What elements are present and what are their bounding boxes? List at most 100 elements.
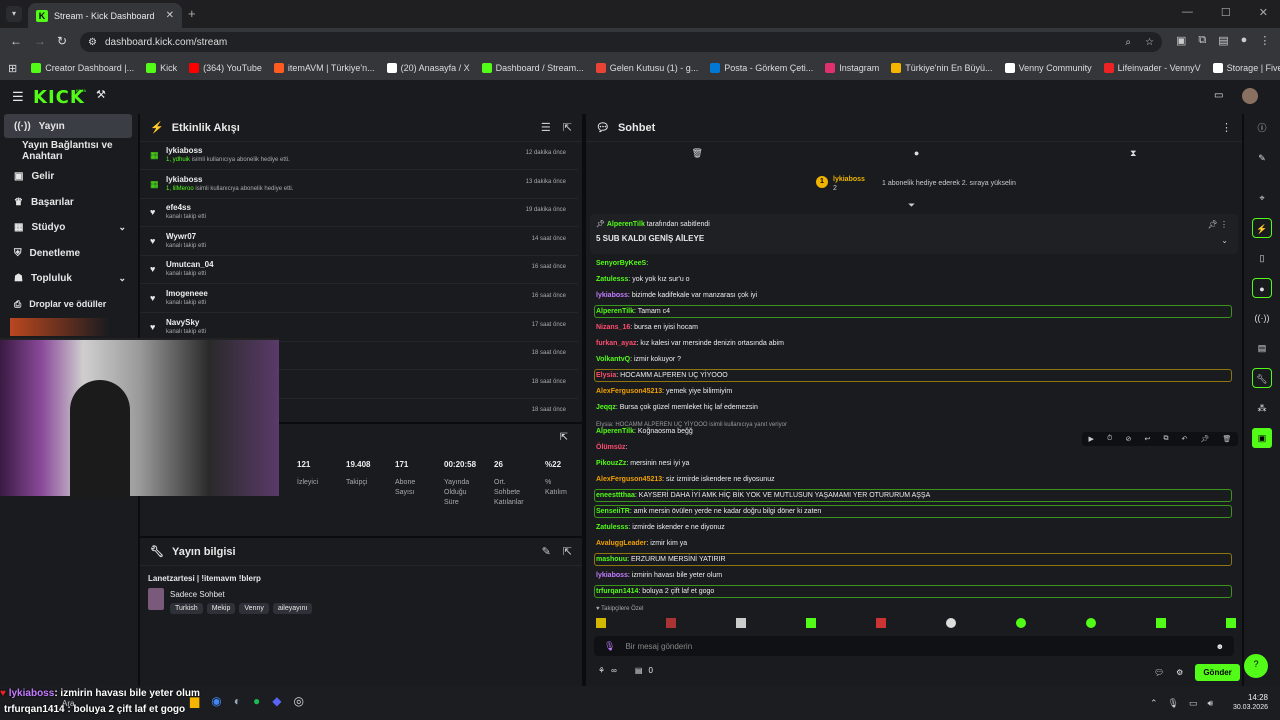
bookmark-item[interactable]: Kick	[146, 63, 177, 73]
copy-icon[interactable]: ⧉	[1163, 435, 1168, 443]
chat-username[interactable]: AlexFerguson45213	[596, 476, 662, 483]
chat-message[interactable]: AlperenTilk: Tamam c4	[596, 308, 670, 315]
hamburger-menu-icon[interactable]: ☰	[12, 89, 24, 105]
timeout-icon[interactable]: ⏱	[1107, 435, 1112, 443]
popout-icon[interactable]: ⇱	[563, 545, 572, 558]
hourglass-icon[interactable]: ⧗	[1130, 148, 1136, 159]
info-icon[interactable]: ⓘ	[1252, 118, 1272, 138]
chat-mode-icon[interactable]: ●	[914, 148, 919, 159]
sidebar-icon[interactable]: ▤	[1218, 34, 1228, 47]
chat-bubble-icon[interactable]: ●	[1252, 278, 1272, 298]
obs-icon[interactable]: ◎	[293, 694, 303, 708]
omnibox[interactable]: ⚙ dashboard.kick.com/stream ⌕ ☆	[80, 32, 1162, 52]
chat-message[interactable]: Jeqqz: Bursa çok güzel memleket hiç laf …	[596, 404, 758, 411]
nodes-icon[interactable]: ⁂	[1252, 398, 1272, 418]
emote-icon[interactable]	[596, 618, 606, 628]
emote-picker-icon[interactable]: ☻	[1216, 642, 1224, 651]
chat-username[interactable]: SenyorByKeeS	[596, 260, 646, 267]
site-info-icon[interactable]: ⚙	[88, 37, 97, 48]
mic-icon[interactable]: 🎙︎	[1168, 698, 1179, 709]
chat-username[interactable]: mashouu	[596, 556, 627, 563]
undo-icon[interactable]: ↶	[1182, 435, 1188, 443]
chat-username[interactable]: Zatulesss	[596, 276, 628, 283]
chat-username[interactable]: lykiaboss	[596, 572, 628, 579]
chat-username[interactable]: furkan_ayaz	[596, 340, 636, 347]
sidebar-item-basarilar[interactable]: ♛ Başarılar	[4, 190, 132, 214]
emote-icon[interactable]	[806, 618, 816, 628]
chat-message[interactable]: lykiaboss: izmirin havası bile yeter olu…	[596, 572, 722, 579]
chat-username[interactable]: Ölümsüz	[596, 444, 626, 451]
chat-message[interactable]: Zatulesss: izmirde iskender e ne diyonuz	[596, 524, 725, 531]
chat-message[interactable]: AlperenTilk: Koğnaosma beğğ	[596, 428, 693, 435]
bookmark-star-icon[interactable]: ☆	[1145, 37, 1154, 48]
chat-input[interactable]: 🎙︎ Bir mesaj gönderin ☻	[594, 636, 1234, 656]
bookmark-item[interactable]: Gelen Kutusu (1) - g...	[595, 63, 698, 73]
sidebar-item-droplar[interactable]: ⎙ Droplar ve ödüller	[4, 292, 132, 316]
emote-icon[interactable]	[1086, 618, 1096, 628]
tag[interactable]: aileyayını	[272, 603, 313, 614]
chat-message[interactable]: SenseiiTR: amk mersin övülen yerde ne ka…	[596, 508, 821, 515]
chat-username[interactable]: Jeqqz	[596, 404, 616, 411]
chat-message[interactable]: eneesttthaa: KAYSERİ DAHA İYİ AMK HİÇ Bİ…	[596, 492, 930, 499]
help-icon[interactable]: ?	[1244, 654, 1268, 678]
chat-message[interactable]: AlexFerguson45213: yemek yiye bilirmiyim	[596, 388, 732, 395]
edit-icon[interactable]: ✎	[1252, 148, 1272, 168]
close-window-icon[interactable]: ✕	[1259, 6, 1268, 19]
chat-message[interactable]: Zatulesss: yok yok kız sur'u o	[596, 276, 690, 283]
chat-username[interactable]: SenseiiTR	[596, 508, 630, 515]
close-tab-icon[interactable]: ✕	[166, 10, 174, 21]
chat-message[interactable]: trfurqan1414: boluya 2 çift laf et gogo	[596, 588, 714, 595]
browser-tab[interactable]: K Stream - Kick Dashboard ✕	[28, 3, 182, 28]
chat-username[interactable]: Zatulesss	[596, 524, 628, 531]
bookmark-item[interactable]: itemAVM | Türkiye'n...	[273, 63, 375, 73]
chat-username[interactable]: Nizans_16	[596, 324, 630, 331]
wrench-icon[interactable]: 🔧︎	[1252, 368, 1272, 388]
chat-message[interactable]: Elysia: HOCAMM ALPEREN UÇ YİYOOO	[596, 372, 728, 379]
bookmark-item[interactable]: Posta - Görkem Çeti...	[710, 63, 813, 73]
new-tab-button[interactable]: +	[188, 6, 196, 21]
target-icon[interactable]: ⌖	[1252, 188, 1272, 208]
send-button[interactable]: Gönder	[1195, 664, 1240, 681]
folder-icon[interactable]: ▆	[190, 694, 199, 708]
reply-icon[interactable]: ↩	[1145, 435, 1151, 443]
chat-message[interactable]: lykiaboss: bizimde kadifekale var manzar…	[596, 292, 757, 299]
extension-icon[interactable]: ▣	[1176, 34, 1186, 47]
maximize-icon[interactable]: ☐	[1221, 6, 1231, 19]
sidebar-item-stream-key[interactable]: Yayın Bağlantısı ve Anahtarı	[4, 139, 132, 163]
edit-icon[interactable]: ✎	[542, 545, 551, 558]
filter-icon[interactable]: ☰	[541, 121, 551, 134]
minimize-icon[interactable]: —	[1182, 6, 1193, 19]
bookmark-item[interactable]: (20) Anasayfa / X	[386, 63, 470, 73]
spotify-icon[interactable]: ●	[253, 694, 260, 708]
bookmark-item[interactable]: Dashboard / Stream...	[481, 63, 584, 73]
pin-icon[interactable]: 📌︎	[1200, 435, 1209, 443]
stream-manager-icon[interactable]: ▭	[1214, 90, 1223, 101]
chat-username[interactable]: PikouzZz	[596, 460, 626, 467]
popout-icon[interactable]: ⇱	[563, 121, 572, 134]
chat-username[interactable]: AvaluggLeader	[596, 540, 646, 547]
settings-gear-icon[interactable]: ⚙	[1176, 668, 1183, 677]
ban-icon[interactable]: ⊘	[1126, 435, 1132, 443]
chat-username[interactable]: trfurqan1414	[596, 588, 638, 595]
chat-message[interactable]: Nizans_16: bursa en iyisi hocam	[596, 324, 698, 331]
volume-icon[interactable]: 🔊︎	[1208, 698, 1214, 709]
chat-message[interactable]: VolkantvQ: izmir kokuyor ?	[596, 356, 681, 363]
chat-message[interactable]: furkan_ayaz: kız kalesi var mersinde den…	[596, 340, 784, 347]
back-icon[interactable]: ←	[10, 34, 22, 48]
tag[interactable]: Venny	[239, 603, 269, 614]
sidebar-item-yayin[interactable]: ((·)) Yayın	[4, 114, 132, 138]
tab-list-button[interactable]: ▾	[6, 6, 22, 22]
collapse-icon[interactable]: ⏷	[908, 200, 915, 211]
discord-icon[interactable]: ◆	[272, 694, 281, 708]
emote-icon[interactable]	[946, 618, 956, 628]
bookmark-item[interactable]: Türkiye'nin En Büyü...	[891, 63, 993, 73]
menu-icon[interactable]: ⋮	[1259, 34, 1270, 47]
sidebar-item-topluluk[interactable]: ☗ Topluluk ⌄	[4, 266, 132, 290]
emote-icon[interactable]	[1226, 618, 1236, 628]
bookmark-item[interactable]: Venny Community	[1004, 63, 1092, 73]
bookmark-item[interactable]: Instagram	[825, 63, 879, 73]
emote-icon[interactable]	[876, 618, 886, 628]
extensions-puzzle-icon[interactable]: ⧉	[1198, 34, 1206, 47]
broadcast-icon[interactable]: ((·))	[1252, 308, 1272, 328]
chat-menu-icon[interactable]: ⋮	[1221, 121, 1232, 134]
